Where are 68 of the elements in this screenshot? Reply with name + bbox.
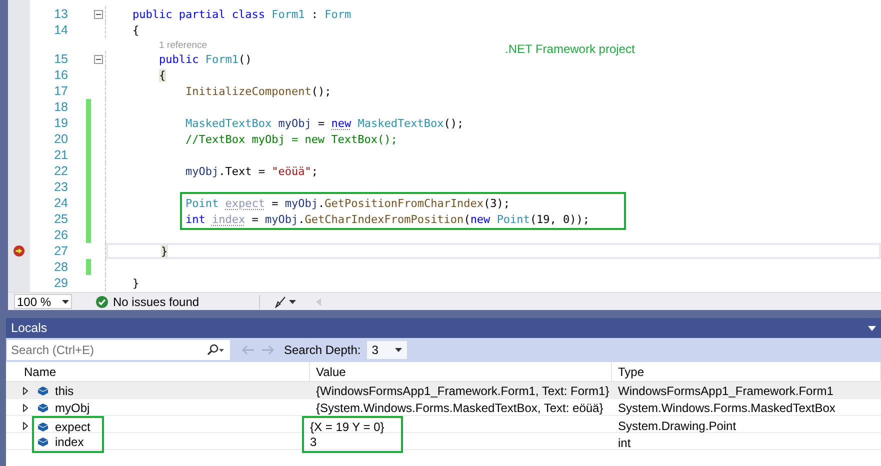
code-line: MaskedTextBox myObj = new MaskedTextBox(); bbox=[184, 118, 464, 128]
expand-arrow-icon[interactable] bbox=[22, 422, 28, 430]
brush-icon bbox=[274, 296, 286, 308]
line-number: 28 bbox=[54, 260, 68, 274]
line-number: 23 bbox=[54, 180, 68, 194]
issues-status[interactable]: No issues found bbox=[113, 292, 200, 310]
code-line: { bbox=[132, 24, 140, 36]
field-icon bbox=[37, 437, 49, 447]
line-number: 18 bbox=[54, 100, 68, 114]
variable-type: int bbox=[618, 435, 631, 452]
collapse-icon[interactable] bbox=[94, 54, 102, 64]
line-number: 27 bbox=[54, 244, 68, 258]
variable-value: {System.Windows.Forms.MaskedTextBox, Text: eöüä} bbox=[316, 400, 604, 417]
variable-type: WindowsFormsApp1_Framework.Form1 bbox=[618, 383, 834, 400]
zoom-dropdown[interactable]: 100 % bbox=[14, 294, 72, 309]
field-icon bbox=[37, 386, 49, 396]
code-line: public Form1() bbox=[158, 54, 252, 64]
dropdown-icon[interactable] bbox=[868, 326, 876, 330]
column-header[interactable]: Type bbox=[612, 362, 881, 381]
line-number: 21 bbox=[54, 148, 68, 162]
field-icon bbox=[37, 422, 49, 432]
line-number: 19 bbox=[54, 116, 68, 130]
search-options-button[interactable] bbox=[206, 340, 230, 360]
code-line: } bbox=[132, 278, 140, 288]
panel-title: Locals bbox=[11, 320, 48, 337]
variable-value: {X = 19 Y = 0} bbox=[310, 419, 384, 436]
caret-icon bbox=[289, 300, 296, 304]
line-number: 25 bbox=[54, 212, 68, 226]
variable-value: {WindowsFormsApp1_Framework.Form1, Text: Form1} bbox=[316, 383, 610, 400]
search-field[interactable]: Search (Ctrl+E) bbox=[7, 340, 206, 360]
search-icon bbox=[206, 344, 224, 356]
line-number: 22 bbox=[54, 164, 68, 178]
column-header[interactable]: Name bbox=[18, 362, 310, 381]
line-number: 16 bbox=[54, 68, 68, 82]
line-number: 17 bbox=[54, 84, 68, 98]
variable-type: System.Drawing.Point bbox=[618, 418, 736, 435]
expand-arrow-icon[interactable] bbox=[22, 387, 28, 395]
code-line: InitializeComponent(); bbox=[184, 86, 332, 96]
variable-value: 3 bbox=[310, 434, 317, 451]
cleanup-button[interactable] bbox=[274, 296, 296, 308]
column-header[interactable]: Value bbox=[310, 362, 612, 381]
line-number: 13 bbox=[54, 6, 68, 21]
line-number: 29 bbox=[54, 276, 68, 290]
annotation-note: .NET Framework project bbox=[505, 41, 635, 58]
variable-name: expect bbox=[55, 419, 90, 436]
code-line: //TextBox myObj = new TextBox(); bbox=[184, 134, 398, 144]
search-depth-label: Search Depth: bbox=[284, 342, 361, 359]
code-line: public partial class Form1 : Form bbox=[132, 8, 352, 20]
search-depth-dropdown[interactable]: 3 bbox=[366, 341, 407, 359]
variable-name: myObj bbox=[55, 400, 90, 417]
line-number: 20 bbox=[54, 132, 68, 146]
line-number: 14 bbox=[54, 22, 68, 37]
code-line: myObj.Text = "eöüä"; bbox=[184, 166, 318, 176]
check-icon bbox=[96, 296, 108, 308]
selected-row[interactable]: this {WindowsFormsApp1_Framework.Form1, Text: Form1} WindowsFormsApp1_Framework.Form1 bbox=[6, 382, 881, 399]
variable-type: System.Windows.Forms.MaskedTextBox bbox=[618, 400, 836, 417]
line-number: 24 bbox=[54, 196, 68, 210]
collapse-icon[interactable] bbox=[94, 10, 102, 18]
expand-arrow-icon[interactable] bbox=[22, 404, 28, 412]
variable-name: this bbox=[55, 383, 74, 400]
line-number: 26 bbox=[54, 228, 68, 242]
field-icon bbox=[37, 403, 49, 413]
code-line: Point expect = myObj.GetPositionFromCharIndex(3); bbox=[184, 198, 510, 208]
caret-icon bbox=[62, 300, 69, 304]
caret-icon bbox=[394, 348, 402, 352]
line-number: 15 bbox=[54, 52, 68, 66]
variable-name: index bbox=[55, 434, 84, 451]
code-line: int index = myObj.GetCharIndexFromPosition(new Point(19, 0)); bbox=[184, 214, 590, 224]
